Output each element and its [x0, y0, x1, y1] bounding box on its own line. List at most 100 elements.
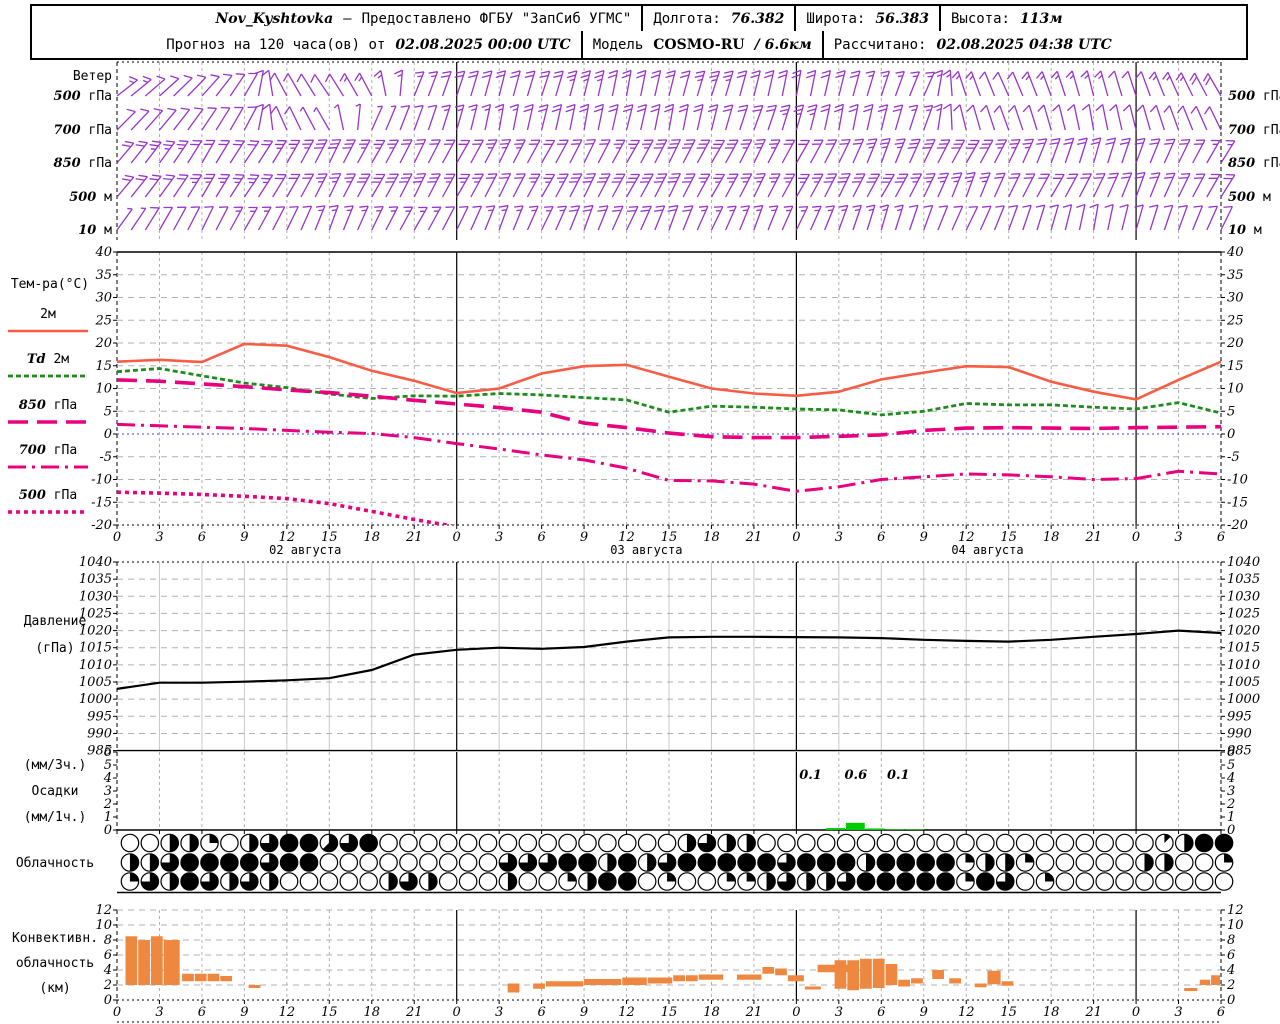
svg-text:1005: 1005 — [79, 675, 112, 690]
svg-text:700 гПа: 700 гПа — [54, 123, 112, 138]
svg-text:21: 21 — [405, 1005, 423, 1020]
svg-text:25: 25 — [1226, 313, 1244, 328]
svg-text:12: 12 — [95, 903, 112, 918]
svg-text:18: 18 — [363, 530, 380, 545]
svg-text:2: 2 — [1226, 978, 1235, 993]
svg-text:500 м: 500 м — [1228, 190, 1271, 205]
svg-text:995: 995 — [1227, 709, 1252, 724]
svg-text:1000: 1000 — [1227, 692, 1260, 707]
svg-text:12: 12 — [1227, 903, 1244, 918]
svg-text:-10: -10 — [1227, 473, 1248, 488]
svg-text:1040: 1040 — [1227, 555, 1260, 570]
svg-text:9: 9 — [240, 1005, 248, 1020]
svg-text:6: 6 — [1227, 948, 1235, 963]
svg-text:21: 21 — [1084, 530, 1102, 545]
svg-text:Td 2м: Td 2м — [27, 352, 69, 367]
svg-text:21: 21 — [1084, 1005, 1102, 1020]
svg-text:1040: 1040 — [79, 555, 112, 570]
svg-text:Облачность: Облачность — [16, 856, 94, 871]
svg-text:1035: 1035 — [1227, 572, 1260, 587]
svg-text:30: 30 — [1227, 291, 1244, 306]
svg-text:10: 10 — [1227, 382, 1244, 397]
svg-text:1005: 1005 — [1227, 675, 1260, 690]
svg-text:0: 0 — [1227, 993, 1235, 1008]
svg-text:3: 3 — [155, 1005, 163, 1020]
svg-text:-5: -5 — [99, 450, 112, 465]
svg-text:9: 9 — [920, 530, 928, 545]
svg-text:-10: -10 — [91, 473, 112, 488]
svg-text:-15: -15 — [91, 495, 112, 510]
svg-text:9: 9 — [580, 530, 588, 545]
svg-text:30: 30 — [95, 291, 112, 306]
svg-text:500 гПа: 500 гПа — [54, 89, 112, 104]
svg-text:0: 0 — [104, 823, 112, 838]
svg-text:3: 3 — [495, 1005, 503, 1020]
svg-text:700 гПа: 700 гПа — [1228, 123, 1280, 138]
svg-text:21: 21 — [745, 530, 763, 545]
svg-text:0: 0 — [113, 530, 121, 545]
svg-text:10: 10 — [95, 382, 112, 397]
svg-text:40: 40 — [94, 245, 112, 260]
svg-text:18: 18 — [1043, 530, 1060, 545]
svg-text:1020: 1020 — [1227, 624, 1260, 639]
svg-text:03 августа: 03 августа — [610, 543, 682, 557]
svg-text:700 гПа: 700 гПа — [19, 443, 77, 458]
svg-text:8: 8 — [104, 933, 112, 948]
svg-text:-20: -20 — [91, 518, 112, 533]
svg-text:1000: 1000 — [79, 692, 112, 707]
svg-text:18: 18 — [703, 1005, 720, 1020]
svg-text:0: 0 — [453, 530, 461, 545]
svg-text:Тем-ра(°C): Тем-ра(°C) — [11, 277, 89, 292]
svg-text:-5: -5 — [1227, 450, 1240, 465]
svg-text:1030: 1030 — [79, 589, 112, 604]
svg-text:4: 4 — [1226, 963, 1235, 978]
svg-text:6: 6 — [537, 1005, 545, 1020]
svg-text:6: 6 — [877, 1005, 885, 1020]
svg-text:4: 4 — [1226, 771, 1235, 786]
svg-text:500 гПа: 500 гПа — [19, 488, 77, 503]
svg-text:1: 1 — [104, 810, 112, 825]
svg-text:850 гПа: 850 гПа — [54, 156, 112, 171]
svg-text:5: 5 — [104, 758, 112, 773]
svg-text:04 августа: 04 августа — [951, 543, 1023, 557]
svg-text:25: 25 — [94, 313, 112, 328]
svg-text:0: 0 — [1227, 427, 1235, 442]
meteogram-chart: Ветер 500 гПа 500 гПа 700 гПа 700 гПа 850 гПа… — [8, 61, 1280, 1023]
svg-text:1025: 1025 — [1227, 606, 1260, 621]
svg-text:995: 995 — [87, 709, 112, 724]
svg-text:9: 9 — [920, 1005, 928, 1020]
svg-text:1010: 1010 — [1227, 658, 1260, 673]
svg-text:Давление: Давление — [24, 614, 87, 629]
svg-text:0: 0 — [1132, 530, 1140, 545]
svg-text:12: 12 — [958, 1005, 975, 1020]
svg-text:3: 3 — [495, 530, 503, 545]
svg-text:6: 6 — [877, 530, 885, 545]
svg-text:0.6: 0.6 — [845, 768, 868, 783]
svg-text:6: 6 — [104, 948, 112, 963]
svg-text:0.1: 0.1 — [799, 768, 822, 783]
svg-text:5: 5 — [1227, 404, 1235, 419]
svg-text:0: 0 — [104, 427, 112, 442]
svg-text:8: 8 — [1227, 933, 1235, 948]
pressure-panel: 985 985990 990995 9951000 10001005 10051010 10… — [24, 555, 1260, 759]
svg-text:10 м: 10 м — [1228, 223, 1262, 238]
svg-text:02 августа: 02 августа — [269, 543, 341, 557]
svg-text:0: 0 — [1132, 1005, 1140, 1020]
svg-text:18: 18 — [703, 530, 720, 545]
svg-text:15: 15 — [95, 359, 112, 374]
svg-text:2: 2 — [1226, 797, 1235, 812]
svg-text:15: 15 — [1000, 1005, 1017, 1020]
svg-text:3: 3 — [835, 530, 843, 545]
svg-text:-15: -15 — [1227, 495, 1248, 510]
svg-text:18: 18 — [363, 1005, 380, 1020]
svg-text:12: 12 — [618, 1005, 635, 1020]
svg-text:1030: 1030 — [1227, 589, 1260, 604]
svg-text:0.1: 0.1 — [887, 768, 910, 783]
svg-text:6: 6 — [198, 530, 206, 545]
svg-text:2: 2 — [103, 978, 112, 993]
temperature-panel: -20 -20 -15 -15 -10 -10 -5 -5 0 0 5 5 10 10 15 15 20 20 25… — [8, 245, 1248, 557]
svg-text:6: 6 — [537, 530, 545, 545]
convective-panel: 0 02 24 46 68 810 1012 12Конвективн.облачность(… — [12, 903, 1244, 1008]
svg-text:850 гПа: 850 гПа — [19, 398, 77, 413]
svg-text:6: 6 — [1217, 1005, 1225, 1020]
